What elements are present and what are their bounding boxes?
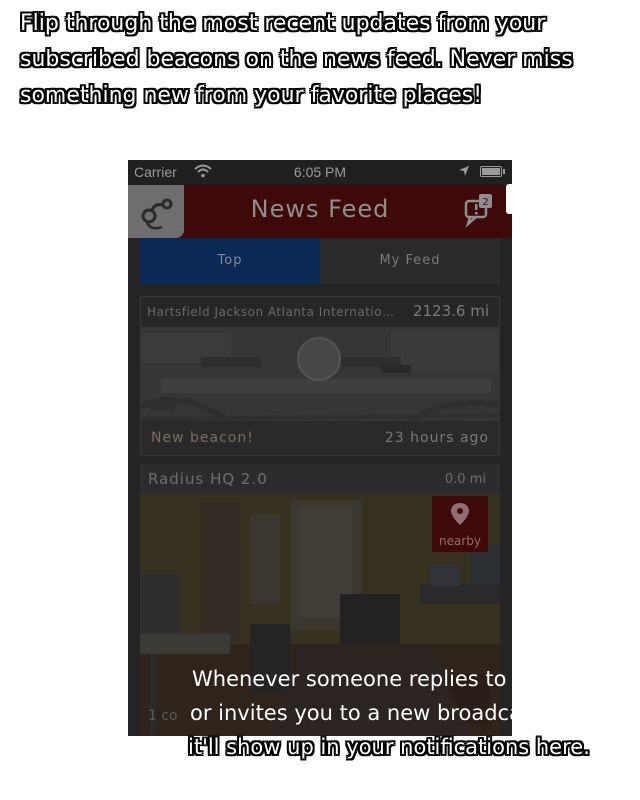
tab-my-feed[interactable]: My Feed	[320, 238, 500, 284]
location-pin-icon	[451, 503, 469, 525]
nearby-badge: nearby	[432, 496, 488, 552]
location-arrow-icon	[459, 166, 469, 176]
feed-card-airport[interactable]: Hartsfield Jackson Atlanta Internation..…	[140, 296, 500, 456]
card-status: New beacon!	[151, 430, 254, 446]
bottom-caption-line-2: or invites you to a new broadcast,	[190, 701, 548, 725]
top-caption: Flip through the most recent updates fro…	[20, 6, 620, 114]
card-header: Hartsfield Jackson Atlanta Internation..…	[141, 297, 499, 327]
notification-count: 2	[482, 197, 488, 208]
beacon-title: Hartsfield Jackson Atlanta Internation..…	[147, 305, 397, 319]
notifications-button[interactable]: 2	[464, 193, 494, 229]
bottom-caption: Whenever someone replies to you or invit…	[188, 662, 628, 764]
airport-map-image	[141, 327, 499, 423]
card-footer: New beacon! 23 hours ago	[141, 421, 499, 455]
tutorial-pointer	[506, 184, 512, 214]
comments-count[interactable]: 1 co	[148, 708, 178, 724]
beacon-title: Radius HQ 2.0	[148, 470, 268, 488]
top-caption-line-2: subscribed beacons on the news feed. Nev…	[20, 47, 573, 72]
bottom-caption-line-1: Whenever someone replies to you	[192, 667, 552, 691]
nav-bar: News Feed 2	[128, 185, 512, 238]
feed-tab-control: Top My Feed	[140, 238, 500, 284]
battery-icon	[480, 166, 505, 177]
bottom-caption-line-3: it'll show up in your notifications here…	[188, 735, 590, 759]
top-caption-line-1: Flip through the most recent updates fro…	[20, 11, 546, 36]
tab-top[interactable]: Top	[140, 238, 320, 284]
nearby-label: nearby	[439, 534, 481, 548]
beacon-distance: 2123.6 mi	[412, 302, 489, 320]
card-timestamp: 23 hours ago	[384, 430, 489, 446]
top-caption-line-3: something new from your favorite places!	[20, 83, 483, 108]
card-header: Radius HQ 2.0 0.0 mi	[140, 464, 500, 494]
page-title: News Feed	[250, 195, 390, 223]
status-time: 6:05 PM	[293, 164, 347, 180]
notification-icon: 2	[464, 194, 492, 228]
phone-screen: Carrier 6:05 PM News Feed 2 Top My Feed …	[128, 160, 512, 736]
status-bar: Carrier 6:05 PM	[128, 160, 512, 185]
beacon-distance: 0.0 mi	[444, 472, 486, 487]
